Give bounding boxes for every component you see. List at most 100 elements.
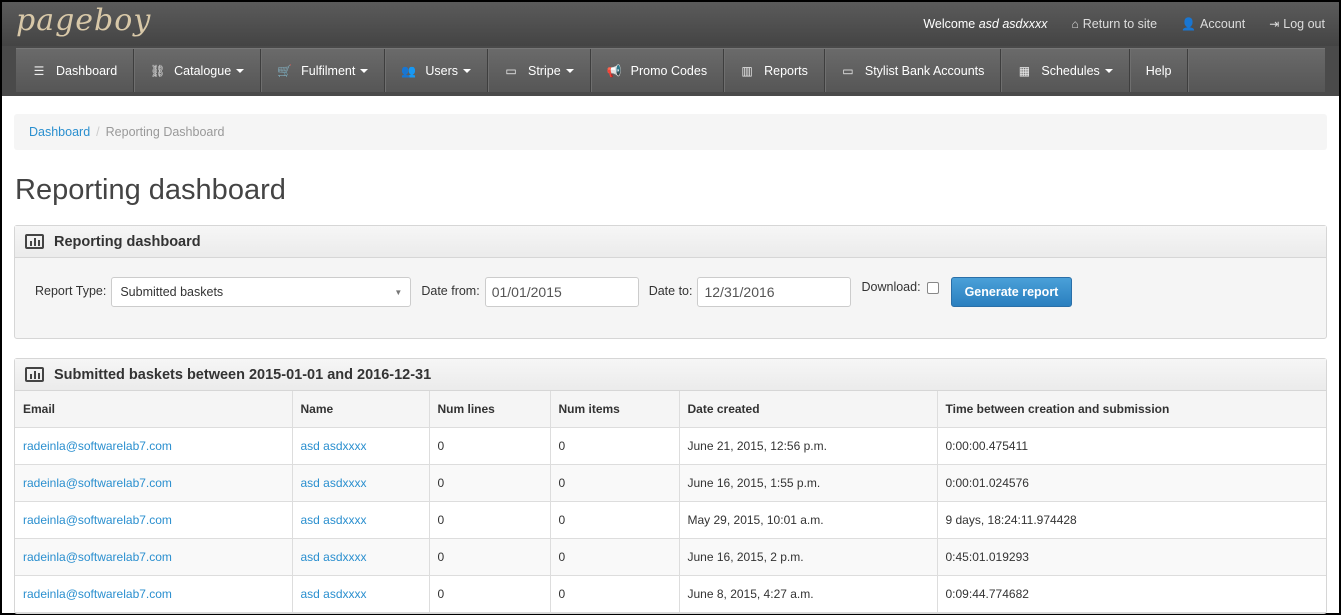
table-cell: 0 [429,464,551,502]
column-header[interactable]: Num items [550,391,680,428]
nav-item-stripe[interactable]: ▭ Stripe [488,49,591,92]
breadcrumb-separator: / [96,125,100,139]
table-cell: asd asdxxxx [292,464,430,502]
nav-item-label: Stripe [528,63,561,78]
table-cell: radeinla@softwarelab7.com [15,427,293,465]
email-link[interactable]: radeinla@softwarelab7.com [23,476,172,490]
table-cell: radeinla@softwarelab7.com [15,538,293,576]
table-cell: 0:09:44.774682 [937,575,1326,613]
nav-item-reports[interactable]: ▥ Reports [724,49,825,92]
bar-chart-icon [25,367,44,382]
table-cell: 0:45:01.019293 [937,538,1326,576]
email-link[interactable]: radeinla@softwarelab7.com [23,439,172,453]
pageboy-logo[interactable]: pageboy [16,3,151,38]
table-cell: radeinla@softwarelab7.com [15,575,293,613]
download-label: Download: [861,280,921,294]
table-cell: 0 [550,427,680,465]
nav-item-help[interactable]: Help [1130,49,1189,92]
caret-down-icon [1104,68,1113,73]
report-form-heading: Reporting dashboard [15,226,1326,258]
table-cell: 0 [550,464,680,502]
date-to-input[interactable] [697,277,852,307]
generate-report-button[interactable]: Generate report [950,277,1073,307]
results-title: Submitted baskets between 2015-01-01 and… [54,366,432,383]
table-cell: 0 [429,538,551,576]
user-name: asd asdxxxx [978,17,1048,31]
nav-item-schedules[interactable]: ▦ Schedules [1001,49,1130,92]
nav-item-label: Promo Codes [630,63,708,78]
table-row: radeinla@softwarelab7.com asd asdxxxx 0 0 Ju… [15,464,1326,502]
caret-down-icon [565,68,574,73]
table-header-row: Email Name Num lines Num items Date created T… [15,391,1326,428]
date-to-label: Date to: [648,284,693,298]
column-header[interactable]: Email [15,391,293,428]
welcome-text: Welcome asd asdxxxx [923,17,1048,31]
email-link[interactable]: radeinla@softwarelab7.com [23,587,172,601]
table-cell: asd asdxxxx [292,427,430,465]
results-panel: Submitted baskets between 2015-01-01 and… [14,358,1327,614]
table-row: radeinla@softwarelab7.com asd asdxxxx 0 0 Ju… [15,538,1326,576]
column-header[interactable]: Time between creation and submission [937,391,1326,428]
home-icon: ⌂ [1071,17,1079,31]
nav-item-catalogue[interactable]: ⛓ Catalogue [134,49,262,92]
return-to-site-link[interactable]: ⌂ Return to site [1072,17,1158,31]
list-icon: ☰ [33,63,45,78]
cart-icon: 🛒 [277,63,293,78]
column-header[interactable]: Num lines [429,391,551,428]
caret-down-icon [360,68,369,73]
name-link[interactable]: asd asdxxxx [301,550,367,564]
name-link[interactable]: asd asdxxxx [301,476,367,490]
table-cell: June 21, 2015, 12:56 p.m. [679,427,938,465]
bar-chart-icon: ▥ [741,63,753,78]
main-content: Dashboard / Reporting Dashboard Reportin… [2,96,1339,614]
table-cell: 0 [429,501,551,539]
column-header[interactable]: Name [292,391,430,428]
bullhorn-icon: 📢 [606,63,622,78]
email-link[interactable]: radeinla@softwarelab7.com [23,550,172,564]
report-type-select[interactable]: Submitted baskets ▼ [111,277,412,307]
table-row: radeinla@softwarelab7.com asd asdxxxx 0 0 Ma… [15,501,1326,539]
table-cell: asd asdxxxx [292,538,430,576]
table-cell: 0:00:00.475411 [937,427,1326,465]
name-link[interactable]: asd asdxxxx [301,513,367,527]
logout-link[interactable]: ⇥ Log out [1269,17,1325,31]
table-row: radeinla@softwarelab7.com asd asdxxxx 0 0 Ju… [15,427,1326,465]
nav-item-label: Schedules [1041,63,1100,78]
results-table: Email Name Num lines Num items Date created T… [15,391,1326,613]
name-link[interactable]: asd asdxxxx [301,587,367,601]
table-cell: 0 [550,501,680,539]
nav-item-users[interactable]: 👥 Users [385,49,488,92]
nav-item-stylist-bank-accounts[interactable]: ▭ Stylist Bank Accounts [825,49,1002,92]
users-icon: 👥 [401,63,417,78]
report-form-panel: Reporting dashboard Report Type: Submitt… [14,225,1327,339]
nav-item-label: Users [425,63,458,78]
nav-item-promo-codes[interactable]: 📢 Promo Codes [591,49,725,92]
header-user-menu: Welcome asd asdxxxx ⌂ Return to site 👤 Acc… [923,17,1325,31]
nav-item-label: Fulfilment [301,63,356,78]
nav-item-dashboard[interactable]: ☰ Dashboard [16,49,135,92]
nav-item-label: Dashboard [56,63,118,78]
breadcrumb-dashboard-link[interactable]: Dashboard [29,125,90,139]
table-cell: 0 [550,575,680,613]
column-header[interactable]: Date created [679,391,938,428]
table-cell: asd asdxxxx [292,575,430,613]
logout-icon: ⇥ [1269,17,1280,31]
table-cell: 0 [550,538,680,576]
caret-down-icon [236,68,245,73]
table-cell: 0 [429,427,551,465]
table-cell: asd asdxxxx [292,501,430,539]
table-body: radeinla@softwarelab7.com asd asdxxxx 0 0 Ju… [15,427,1326,613]
breadcrumb-current: Reporting Dashboard [105,125,225,139]
account-link[interactable]: 👤 Account [1181,17,1245,31]
nav-item-fulfilment[interactable]: 🛒 Fulfilment [261,49,386,92]
nav-item-label: Reports [764,63,808,78]
date-from-input[interactable] [484,277,639,307]
credit-card-icon: ▭ [842,63,854,78]
email-link[interactable]: radeinla@softwarelab7.com [23,513,172,527]
nav-item-label: Stylist Bank Accounts [864,63,985,78]
user-icon: 👤 [1181,17,1197,31]
download-checkbox[interactable] [926,282,939,294]
credit-card-icon: ▭ [505,63,517,78]
main-nav-wrapper: ☰ Dashboard ⛓ Catalogue 🛒 Fulfilment 👥 Users ▭ St… [2,46,1339,96]
name-link[interactable]: asd asdxxxx [301,439,367,453]
